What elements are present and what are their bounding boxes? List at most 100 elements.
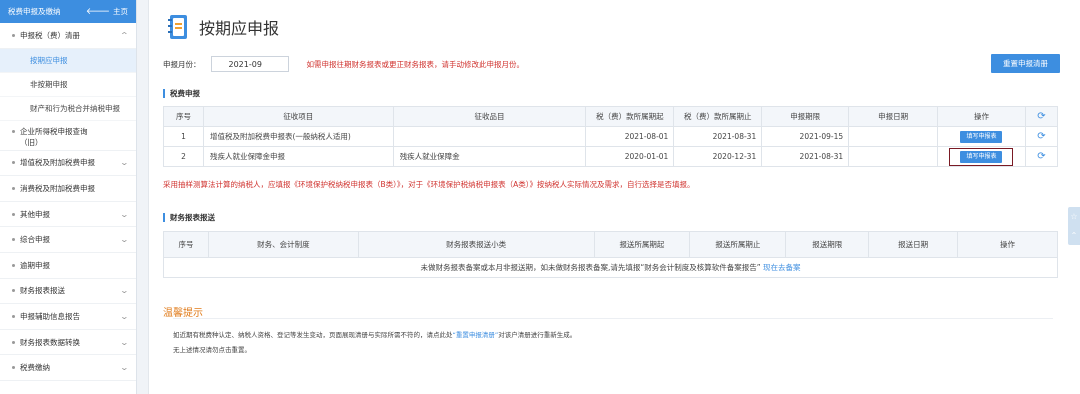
- levy-item: 残疾人就业保障金申报: [202, 146, 394, 167]
- period-note: 如需申报往期财务报表或更正财务报表，请手动修改此申报月份。: [306, 59, 525, 69]
- row-number: 2: [163, 146, 204, 167]
- home-link[interactable]: 🡐 主页: [86, 6, 128, 17]
- reset-list-button[interactable]: 重置申报清册: [991, 54, 1060, 73]
- bullet-icon: [12, 263, 15, 267]
- refresh-cell: ⟳: [1024, 126, 1059, 147]
- table-header-row: 序号 征收项目 征收品目 税（费）款所属期起 税（费）款所属期止 申报期限 申报…: [163, 106, 1059, 127]
- go-register-link[interactable]: 现在去备案: [763, 263, 801, 272]
- levy-item: 增值税及附加税费申报表(一般纳税人适用): [202, 126, 394, 147]
- main-panel: 按期应申报 申报月份： 2021-09 如需申报往期财务报表或更正财务报表，请手…: [148, 0, 1080, 394]
- sidebar-item-cit-query[interactable]: 企业所得税申报查询 （旧）: [0, 121, 136, 151]
- financial-report-table: 序号 财务、会计制度 财务报表报送小类 报送所属期起 报送所属期止 报送期限 报…: [163, 231, 1058, 278]
- column-header: 征收项目: [202, 106, 394, 127]
- column-header: 序号: [163, 231, 209, 258]
- environmental-tax-note: 采用抽样测算法计算的纳税人，应填报《环境保护税纳税申报表（B类）》，对于《环境保…: [163, 180, 695, 189]
- column-header: 报送所属期止: [689, 231, 787, 258]
- fill-form-button[interactable]: 填写申报表: [960, 150, 1003, 163]
- page-header: 按期应申报: [167, 14, 279, 40]
- arrow-left-icon: 🡐: [85, 7, 110, 17]
- sidebar-item-label: 申报税（费）清册: [20, 30, 80, 40]
- period-label: 申报月份：: [163, 59, 201, 69]
- period-end: 2021-08-31: [673, 126, 763, 147]
- table-header-row: 序号 财务、会计制度 财务报表报送小类 报送所属期起 报送所属期止 报送期限 报…: [163, 231, 1058, 258]
- sidebar-item-aux-info[interactable]: 申报辅助信息报告 ⌄: [0, 304, 136, 330]
- column-header: 财务报表报送小类: [357, 231, 595, 258]
- period-start: 2021-08-01: [585, 126, 675, 147]
- declare-date: [848, 146, 939, 167]
- refresh-header-cell: ⟳: [1024, 106, 1059, 127]
- column-header: 序号: [163, 106, 204, 127]
- refresh-icon[interactable]: ⟳: [1037, 111, 1045, 122]
- reset-list-link[interactable]: “重置申报清册”: [453, 331, 499, 339]
- sidebar-item-consumption-tax[interactable]: 消费税及附加税费申报: [0, 176, 136, 202]
- fill-form-button[interactable]: 填写申报表: [960, 130, 1003, 143]
- sidebar-item-label: 税费缴纳: [20, 363, 50, 373]
- deadline: 2021-09-15: [761, 126, 850, 147]
- sidebar-item-other[interactable]: 其他申报 ⌄: [0, 202, 136, 228]
- sidebar: 税费申报及缴纳 🡐 主页 申报税（费）清册 ⌃ 按期应申报 非按期申报 财产和行…: [0, 0, 137, 394]
- levy-subitem: [392, 126, 587, 147]
- sidebar-subitem-periodic[interactable]: 按期应申报: [0, 48, 136, 73]
- column-header: 报送日期: [868, 231, 959, 258]
- page-title: 按期应申报: [199, 19, 280, 38]
- tips-line-2: 无上述情况请勿点击重置。: [173, 346, 251, 354]
- column-header: 税（费）款所属期起: [585, 106, 675, 127]
- arrow-up-icon: ⌃: [1070, 231, 1078, 240]
- period-start: 2020-01-01: [585, 146, 675, 167]
- column-header: 申报日期: [848, 106, 939, 127]
- sidebar-item-financial-report[interactable]: 财务报表报送 ⌄: [0, 279, 136, 305]
- sidebar-item-label: 综合申报: [20, 235, 50, 245]
- sidebar-item-label: 申报辅助信息报告: [20, 311, 80, 321]
- sidebar-item-data-convert[interactable]: 财务报表数据转换 ⌄: [0, 330, 136, 356]
- empty-state-text: 未做财务报表备案或本月非报送期，如未做财务报表备案,请先填报“财务会计制度及核算…: [420, 263, 761, 272]
- chevron-down-icon: ⌄: [119, 209, 130, 219]
- bullet-icon: [12, 340, 15, 344]
- tips-divider: [173, 318, 1053, 319]
- bullet-icon: [12, 33, 15, 37]
- app-window: 税费申报及缴纳 🡐 主页 申报税（费）清册 ⌃ 按期应申报 非按期申报 财产和行…: [0, 0, 1080, 394]
- refresh-icon[interactable]: ⟳: [1037, 131, 1045, 142]
- table-row: 2 残疾人就业保障金申报 残疾人就业保障金 2020-01-01 2020-12…: [163, 146, 1059, 167]
- sidebar-subitem-non-periodic[interactable]: 非按期申报: [0, 73, 136, 97]
- sidebar-item-vat[interactable]: 增值税及附加税费申报 ⌄: [0, 151, 136, 177]
- deadline: 2021-08-31: [761, 146, 850, 167]
- chevron-up-icon: ⌃: [119, 30, 130, 40]
- period-input[interactable]: 2021-09: [210, 56, 289, 72]
- bullet-icon: [12, 238, 15, 242]
- table-row: 未做财务报表备案或本月非报送期，如未做财务报表备案,请先填报“财务会计制度及核算…: [163, 257, 1058, 278]
- floating-side-tab[interactable]: ☆ ⌃: [1068, 207, 1080, 245]
- chevron-down-icon: ⌄: [119, 363, 130, 373]
- sidebar-item-label: 增值税及附加税费申报: [20, 158, 95, 168]
- bullet-icon: [12, 212, 15, 216]
- chevron-down-icon: ⌄: [119, 311, 130, 321]
- sidebar-item-label: 企业所得税申报查询 （旧）: [20, 126, 88, 147]
- column-header: 报送期限: [785, 231, 870, 258]
- table-row: 1 增值税及附加税费申报表(一般纳税人适用) 2021-08-01 2021-0…: [163, 126, 1059, 147]
- bullet-icon: [12, 289, 15, 293]
- sidebar-item-tax-list[interactable]: 申报税（费）清册 ⌃: [0, 23, 136, 49]
- bullet-icon: [12, 161, 15, 165]
- tax-declaration-table: 序号 征收项目 征收品目 税（费）款所属期起 税（费）款所属期止 申报期限 申报…: [163, 106, 1059, 167]
- bullet-icon: [12, 129, 15, 133]
- action-cell: 填写申报表: [937, 146, 1026, 167]
- column-header: 申报期限: [761, 106, 850, 127]
- sidebar-item-tax-payment[interactable]: 税费缴纳 ⌄: [0, 355, 136, 381]
- sidebar-item-comprehensive[interactable]: 综合申报 ⌄: [0, 227, 136, 253]
- sidebar-header: 税费申报及缴纳 🡐 主页: [0, 0, 136, 23]
- financial-section-title: 财务报表报送: [163, 213, 215, 222]
- notebook-icon: [167, 14, 189, 40]
- home-label: 主页: [113, 7, 128, 16]
- sidebar-item-label: 财务报表数据转换: [20, 337, 80, 347]
- sidebar-title: 税费申报及缴纳: [8, 7, 61, 16]
- levy-subitem: 残疾人就业保障金: [392, 146, 587, 167]
- sidebar-item-label: 财务报表报送: [20, 286, 65, 296]
- sidebar-item-label: 消费税及附加税费申报: [20, 183, 95, 193]
- sidebar-subitem-property-tax[interactable]: 财产和行为税合并纳税申报: [0, 97, 136, 121]
- refresh-icon[interactable]: ⟳: [1037, 151, 1045, 162]
- tips-title: 温馨提示: [163, 308, 203, 319]
- chevron-down-icon: ⌄: [119, 235, 130, 245]
- bullet-icon: [12, 186, 15, 190]
- sidebar-item-overdue[interactable]: 逾期申报: [0, 253, 136, 279]
- chevron-down-icon: ⌄: [119, 286, 130, 296]
- tax-section-title: 税费申报: [163, 89, 200, 98]
